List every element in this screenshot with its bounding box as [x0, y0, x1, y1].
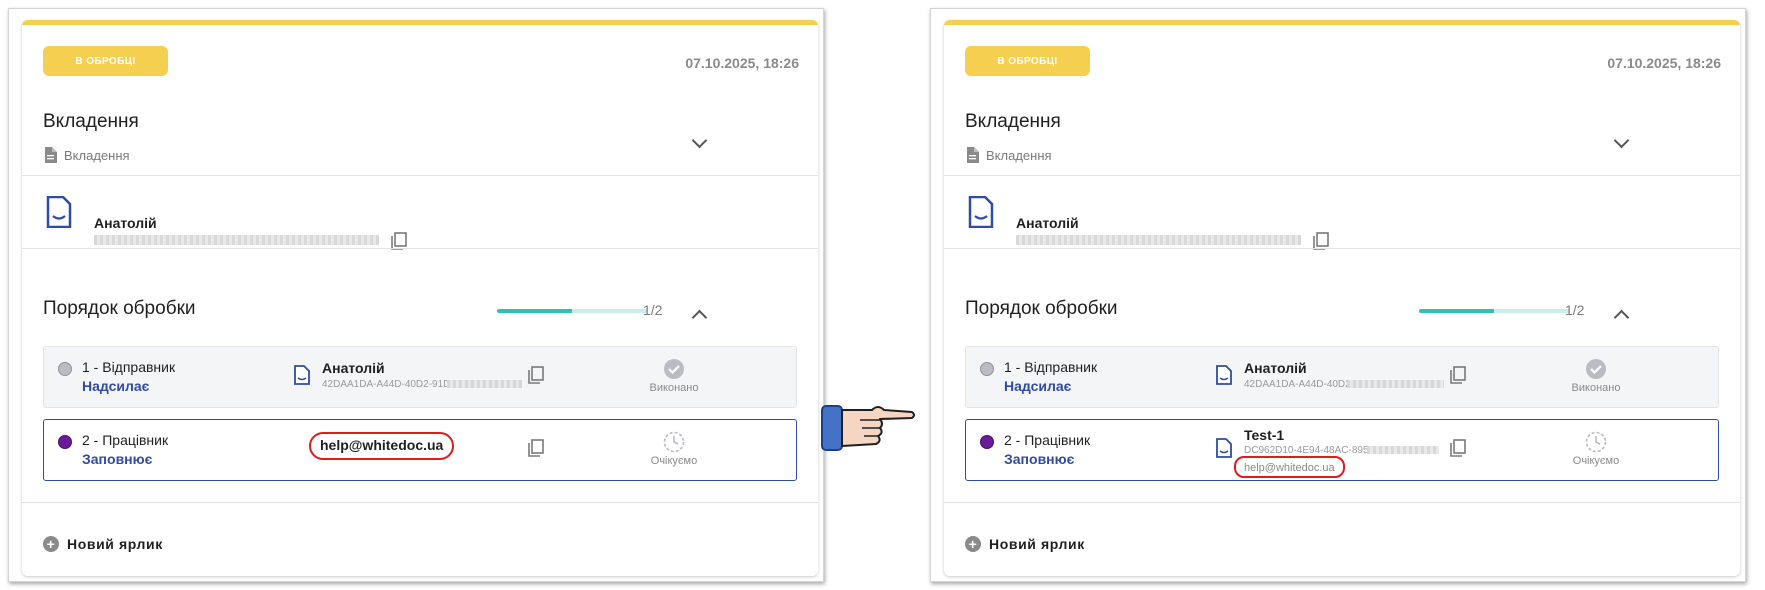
- status-color-bar: [944, 20, 1740, 25]
- step-title: 1 - Відправник: [1004, 359, 1098, 375]
- order-title: Порядок обробки: [43, 298, 196, 319]
- divider: [944, 248, 1740, 249]
- step-title: 2 - Працівник: [1004, 432, 1091, 448]
- sender-name: Анатолій: [1016, 215, 1079, 231]
- clock-icon: [663, 431, 685, 453]
- progress-text: 1/2: [1565, 302, 1585, 318]
- right-screenshot-panel: В ОБРОБЦІ 07.10.2025, 18:26 Вкладення Вк…: [930, 8, 1746, 582]
- document-card: В ОБРОБЦІ 07.10.2025, 18:26 Вкладення Вк…: [22, 20, 818, 576]
- clock-icon: [1585, 431, 1607, 453]
- step-title: 2 - Працівник: [82, 432, 169, 448]
- masked-identifier: [1347, 380, 1444, 388]
- status-color-bar: [22, 20, 818, 25]
- step-signer: Анатолій: [1244, 360, 1307, 376]
- step-dot: [980, 362, 994, 376]
- order-title: Порядок обробки: [965, 298, 1118, 319]
- copy-icon[interactable]: [527, 439, 545, 457]
- attachments-title: Вкладення: [43, 111, 139, 132]
- step-dot: [980, 435, 994, 449]
- step-title: 1 - Відправник: [82, 359, 176, 375]
- new-label-button[interactable]: + Новий ярлик: [965, 536, 1085, 552]
- document-date: 07.10.2025, 18:26: [1607, 55, 1721, 71]
- new-label-text: Новий ярлик: [67, 536, 163, 552]
- check-circle-icon: [1586, 359, 1606, 379]
- document-date: 07.10.2025, 18:26: [685, 55, 799, 71]
- divider: [944, 175, 1740, 176]
- step-dot: [58, 362, 72, 376]
- sender-name: Анатолій: [94, 215, 157, 231]
- step-id: 42DAA1DA-A44D-40D2-91D0: [322, 379, 456, 390]
- status-badge: В ОБРОБЦІ: [965, 46, 1090, 76]
- chevron-up-icon[interactable]: [691, 309, 708, 326]
- masked-identifier: [1367, 446, 1439, 454]
- document-icon: [1216, 365, 1232, 385]
- step-id: 42DAA1DA-A44D-40D2: [1244, 379, 1351, 390]
- file-icon: [45, 147, 57, 163]
- divider: [22, 175, 818, 176]
- step-role: Надсилає: [82, 378, 150, 394]
- document-icon: [1216, 438, 1232, 458]
- attachments-row[interactable]: Вкладення: [966, 147, 1052, 163]
- attachments-item-label: Вкладення: [64, 147, 130, 163]
- chevron-up-icon[interactable]: [1613, 309, 1630, 326]
- email-highlight: help@whitedoc.ua: [1234, 456, 1345, 478]
- plus-circle-icon: +: [965, 536, 981, 552]
- masked-identifier: [94, 235, 379, 245]
- pointing-hand-icon: [821, 405, 915, 451]
- step-role: Заповнює: [1004, 451, 1075, 467]
- plus-circle-icon: +: [43, 536, 59, 552]
- attachments-row[interactable]: Вкладення: [44, 147, 130, 163]
- divider: [22, 248, 818, 249]
- step-id: DC962D10-4E94-48AC-8958-: [1244, 445, 1378, 456]
- progress-bar: [1419, 309, 1569, 313]
- recipient-email: help@whitedoc.ua: [1244, 462, 1335, 474]
- process-step-1[interactable]: 1 - Відправник Надсилає Анатолій 42DAA1D…: [43, 346, 797, 408]
- step-status: Очікуємо: [1572, 455, 1620, 467]
- step-status: Виконано: [649, 382, 699, 394]
- email-highlight: help@whitedoc.ua: [309, 432, 455, 460]
- recipient-email: help@whitedoc.ua: [320, 437, 444, 453]
- step-dot: [58, 435, 72, 449]
- chevron-down-icon[interactable]: [1613, 132, 1630, 149]
- copy-icon[interactable]: [1449, 366, 1467, 384]
- step-role: Надсилає: [1004, 378, 1072, 394]
- status-badge: В ОБРОБЦІ: [43, 46, 168, 76]
- attachments-item-label: Вкладення: [986, 147, 1052, 163]
- document-icon: [968, 196, 994, 228]
- divider: [944, 502, 1740, 503]
- progress-fill: [1419, 309, 1494, 313]
- step-signer: Анатолій: [322, 360, 385, 376]
- step-signer: Test-1: [1244, 427, 1285, 443]
- attachments-title: Вкладення: [965, 111, 1061, 132]
- document-card: В ОБРОБЦІ 07.10.2025, 18:26 Вкладення Вк…: [944, 20, 1740, 576]
- progress-bar: [497, 309, 647, 313]
- process-step-2[interactable]: 2 - Працівник Заповнює Test-1 DC962D10-4…: [965, 419, 1719, 481]
- step-status: Очікуємо: [650, 455, 698, 467]
- check-circle-icon: [664, 359, 684, 379]
- masked-identifier: [1016, 235, 1301, 245]
- document-icon: [46, 196, 72, 228]
- new-label-text: Новий ярлик: [989, 536, 1085, 552]
- progress-text: 1/2: [643, 302, 663, 318]
- process-step-2[interactable]: 2 - Працівник Заповнює help@whitedoc.ua …: [43, 419, 797, 481]
- process-step-1[interactable]: 1 - Відправник Надсилає Анатолій 42DAA1D…: [965, 346, 1719, 408]
- document-icon: [294, 365, 310, 385]
- step-status: Виконано: [1571, 382, 1621, 394]
- divider: [22, 502, 818, 503]
- copy-icon[interactable]: [527, 366, 545, 384]
- new-label-button[interactable]: + Новий ярлик: [43, 536, 163, 552]
- file-icon: [967, 147, 979, 163]
- copy-icon[interactable]: [1449, 439, 1467, 457]
- progress-fill: [497, 309, 572, 313]
- masked-identifier: [447, 380, 522, 388]
- step-role: Заповнює: [82, 451, 153, 467]
- chevron-down-icon[interactable]: [691, 132, 708, 149]
- left-screenshot-panel: В ОБРОБЦІ 07.10.2025, 18:26 Вкладення Вк…: [8, 8, 824, 582]
